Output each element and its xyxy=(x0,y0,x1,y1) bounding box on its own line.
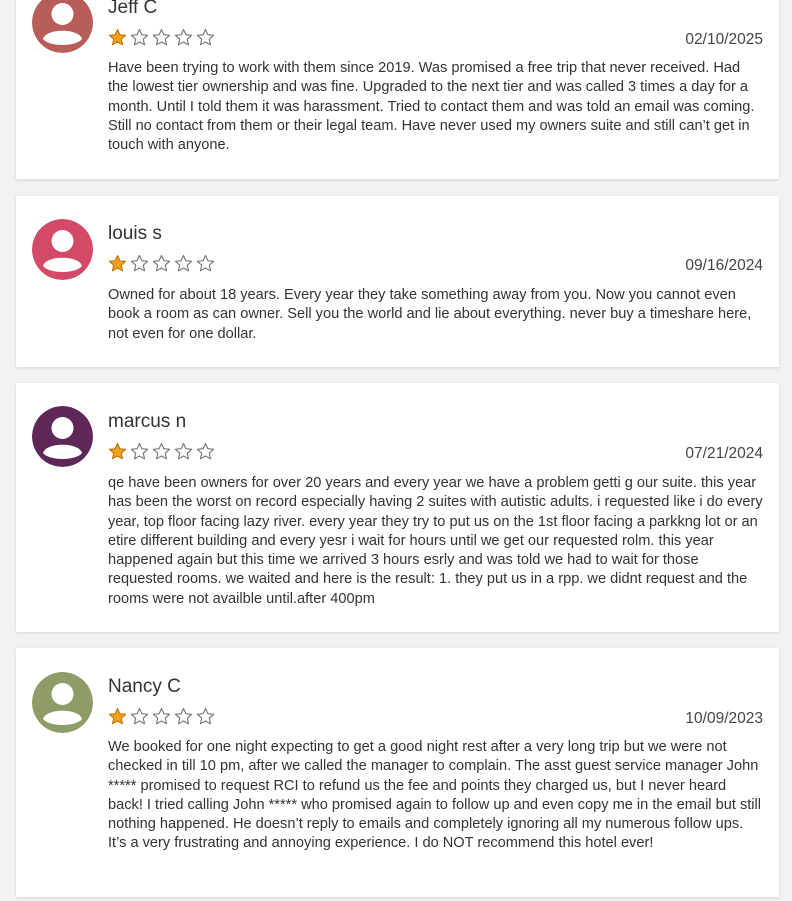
user-avatar-icon xyxy=(32,0,93,53)
review-date: 02/10/2025 xyxy=(685,31,763,48)
review-date: 10/09/2023 xyxy=(685,710,763,727)
reviewer-name: marcus n xyxy=(108,411,187,432)
star-filled-icon xyxy=(108,254,127,272)
user-avatar-icon xyxy=(32,219,93,280)
review-text: qe have been owners for over 20 years an… xyxy=(108,475,763,607)
star-empty-icon xyxy=(130,442,149,460)
user-avatar-icon xyxy=(32,672,93,733)
reviewer-name: louis s xyxy=(108,223,162,244)
review-text: We booked for one night expecting to get… xyxy=(108,739,762,852)
star-rating xyxy=(108,28,215,47)
star-empty-icon xyxy=(196,707,215,725)
star-empty-icon xyxy=(130,254,149,272)
reviewer-name: Jeff C xyxy=(108,0,158,18)
star-empty-icon xyxy=(196,254,215,272)
star-empty-icon xyxy=(130,28,149,46)
reviewer-name: Nancy C xyxy=(108,676,181,697)
star-rating xyxy=(108,254,215,273)
star-rating xyxy=(108,442,215,461)
star-empty-icon xyxy=(196,442,215,460)
review-card: marcus n 07/21/2024 qe have been owners … xyxy=(16,383,779,632)
review-text: Owned for about 18 years. Every year the… xyxy=(108,287,752,342)
star-empty-icon xyxy=(130,707,149,725)
review-date: 07/21/2024 xyxy=(685,445,763,462)
star-rating xyxy=(108,707,215,726)
review-card: Nancy C 10/09/2023 We booked for one nig… xyxy=(16,648,779,897)
star-empty-icon xyxy=(174,254,193,272)
star-empty-icon xyxy=(152,28,171,46)
review-card: Jeff C 02/10/2025 Have been trying to wo… xyxy=(16,0,779,179)
star-empty-icon xyxy=(152,442,171,460)
star-filled-icon xyxy=(108,28,127,46)
star-filled-icon xyxy=(108,442,127,460)
star-empty-icon xyxy=(174,28,193,46)
star-empty-icon xyxy=(174,442,193,460)
star-empty-icon xyxy=(174,707,193,725)
user-avatar-icon xyxy=(32,406,93,467)
review-card: louis s 09/16/2024 Owned for about 18 ye… xyxy=(16,196,779,367)
review-date: 09/16/2024 xyxy=(685,257,763,274)
star-empty-icon xyxy=(152,707,171,725)
star-empty-icon xyxy=(152,254,171,272)
review-text: Have been trying to work with them since… xyxy=(108,60,755,154)
review-list: Jeff C 02/10/2025 Have been trying to wo… xyxy=(0,0,792,901)
star-filled-icon xyxy=(108,707,127,725)
star-empty-icon xyxy=(196,28,215,46)
